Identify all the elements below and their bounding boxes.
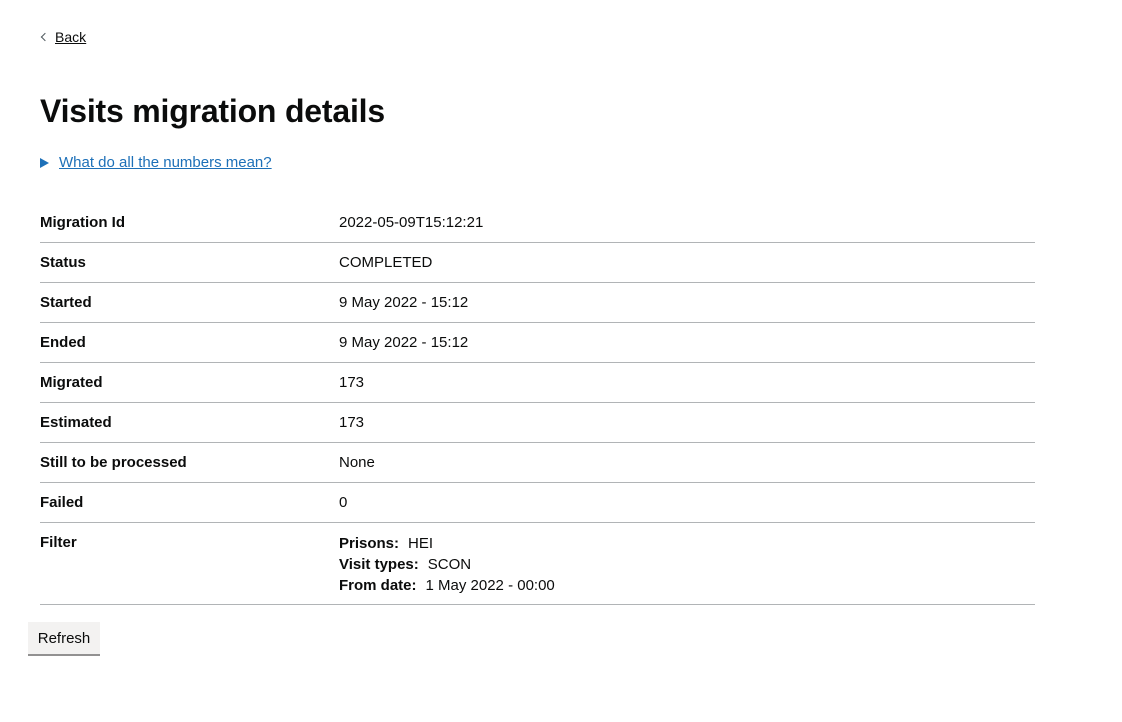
refresh-button[interactable]: Refresh (28, 622, 100, 654)
summary-value: 9 May 2022 - 15:12 (339, 283, 1035, 323)
summary-row-ended: Ended 9 May 2022 - 15:12 (40, 323, 1035, 363)
summary-value: 2022-05-09T15:12:21 (339, 203, 1035, 243)
summary-key: Estimated (40, 403, 339, 443)
details-summary-text: What do all the numbers mean? (59, 154, 272, 171)
filter-value: SCON (427, 556, 472, 573)
summary-key: Still to be processed (40, 443, 339, 483)
summary-value: 173 (339, 403, 1035, 443)
summary-key: Filter (40, 523, 339, 605)
filter-label: From date: (339, 577, 417, 594)
summary-value: None (339, 443, 1035, 483)
summary-value: 0 (339, 483, 1035, 523)
back-link-label: Back (55, 29, 87, 45)
filter-label: Prisons: (339, 535, 400, 552)
summary-row-still-to-be-processed: Still to be processed None (40, 443, 1035, 483)
filter-from-date: From date: 1 May 2022 - 00:00 (339, 575, 1035, 596)
summary-key: Migrated (40, 363, 339, 403)
filter-value: HEI (408, 535, 434, 552)
summary-value: 9 May 2022 - 15:12 (339, 323, 1035, 363)
summary-key: Migration Id (40, 203, 339, 243)
filter-value: 1 May 2022 - 00:00 (425, 577, 555, 594)
summary-value: COMPLETED (339, 243, 1035, 283)
migration-summary-list: Migration Id 2022-05-09T15:12:21 Status … (40, 203, 1035, 605)
summary-row-estimated: Estimated 173 (40, 403, 1035, 443)
details-summary-toggle[interactable]: What do all the numbers mean? (40, 153, 272, 173)
summary-row-started: Started 9 May 2022 - 15:12 (40, 283, 1035, 323)
filter-label: Visit types: (339, 556, 419, 573)
caret-right-icon (40, 158, 49, 168)
filter-values: Prisons: HEI Visit types: SCON From date: 1… (339, 523, 1035, 605)
summary-value: 173 (339, 363, 1035, 403)
page-title: Visits migration details (40, 93, 385, 129)
back-link[interactable]: Back (40, 28, 86, 46)
summary-key: Ended (40, 323, 339, 363)
summary-row-migration-id: Migration Id 2022-05-09T15:12:21 (40, 203, 1035, 243)
summary-row-failed: Failed 0 (40, 483, 1035, 523)
summary-key: Status (40, 243, 339, 283)
summary-row-status: Status COMPLETED (40, 243, 1035, 283)
summary-row-filter: Filter Prisons: HEI Visit types: SCON From… (40, 523, 1035, 605)
summary-row-migrated: Migrated 173 (40, 363, 1035, 403)
filter-visit-types: Visit types: SCON (339, 554, 1035, 575)
chevron-left-icon (40, 32, 50, 42)
filter-prisons: Prisons: HEI (339, 533, 1035, 554)
summary-key: Started (40, 283, 339, 323)
summary-key: Failed (40, 483, 339, 523)
